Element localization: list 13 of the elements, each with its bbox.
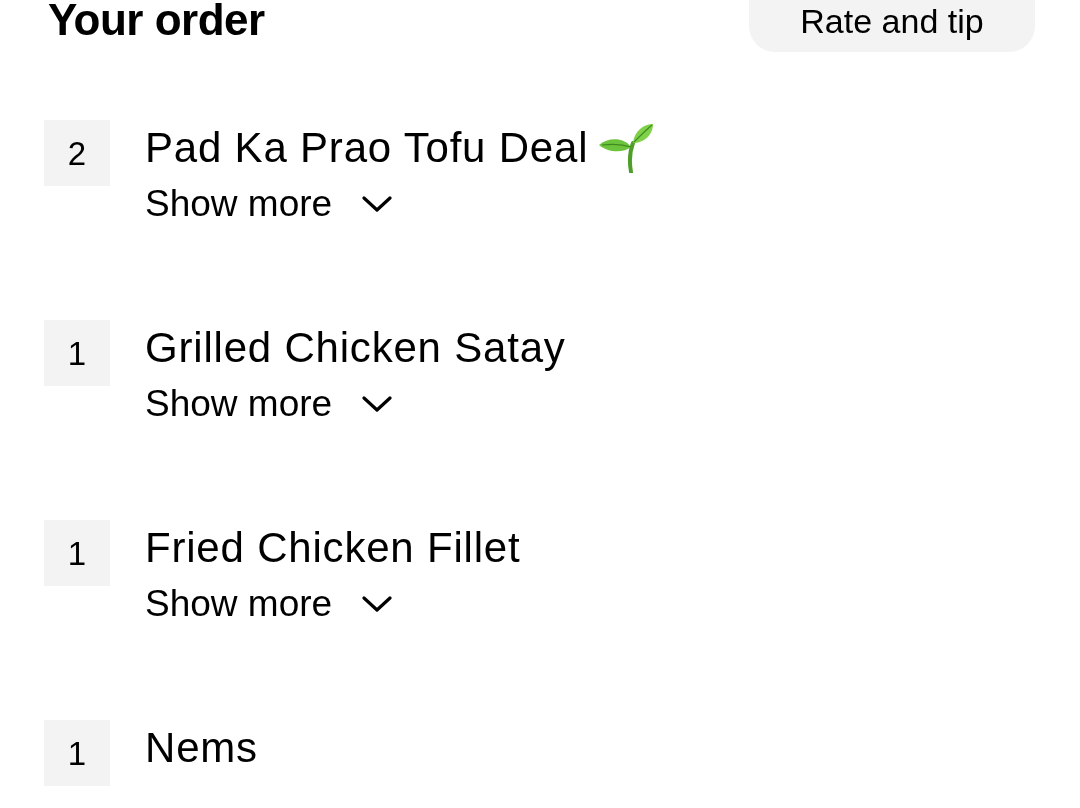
item-quantity: 1 <box>44 320 110 386</box>
show-more-toggle[interactable]: Show more <box>145 576 393 632</box>
item-name: Grilled Chicken Satay <box>145 323 566 373</box>
show-more-toggle[interactable]: Show more <box>145 376 393 432</box>
item-quantity: 1 <box>44 520 110 586</box>
order-heading: Your order <box>47 0 265 40</box>
item-name: Pad Ka Prao Tofu Deal <box>145 123 589 173</box>
item-quantity: 2 <box>44 120 110 186</box>
item-name: Fried Chicken Fillet <box>145 523 521 573</box>
item-name: Nems <box>145 723 258 773</box>
show-more-toggle[interactable]: Show more <box>145 176 393 232</box>
item-quantity: 1 <box>44 720 110 786</box>
rate-and-tip-button[interactable]: Rate and tip <box>749 0 1035 52</box>
